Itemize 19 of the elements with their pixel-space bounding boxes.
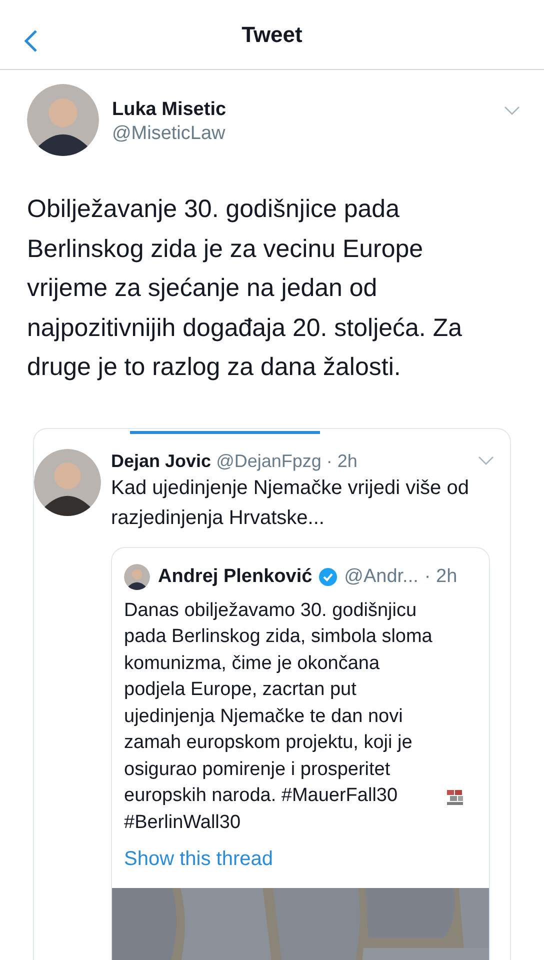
avatar[interactable] <box>27 84 99 156</box>
author-name: Andrej Plenković <box>158 564 312 588</box>
tweet-text: Obilježavanje 30. godišnjice pada Berlinskog zida je za vecinu Europe vrijeme za sjećanje na jedan od najpozitivnijih događaja 20. stoljeća. Za druge je to razlog za dana žalosti. <box>26 194 463 383</box>
timestamp: · 2h <box>326 450 358 470</box>
brick-wall-icon <box>446 788 464 806</box>
nested-tweet-text: Danas obilježavamo 30. godišnjicu pada Berlinskog zida, simbola sloma komunizma, čime je okončana podjela Europe, zacrtan put ujedinjenja Njemačke te dan novi zamah europskom projektu, koji je osigurao pomirenje i prosperitet europskih naroda. #MauerFall30 <box>124 598 434 808</box>
author-handle[interactable]: @DejanFpzg <box>216 450 322 470</box>
back-icon[interactable] <box>24 29 38 53</box>
hashtag-link[interactable]: #BerlinWall30 <box>124 812 241 832</box>
avatar[interactable] <box>34 448 101 516</box>
show-thread-link[interactable]: Show this thread <box>124 844 477 874</box>
timestamp: · 2h <box>424 564 458 588</box>
author-name: Dejan Jovic <box>111 450 212 470</box>
quote-text: Kad ujedinjenje Njemačke vrijedi više od razjedinjenja Hrvatske... <box>111 476 470 530</box>
author-handle[interactable]: @MiseticLaw <box>112 122 504 146</box>
author-handle[interactable]: @Andr... <box>344 564 418 590</box>
page-title: Tweet <box>242 21 302 49</box>
author-name: Luka Misetic <box>112 98 228 122</box>
avatar[interactable] <box>124 564 150 590</box>
